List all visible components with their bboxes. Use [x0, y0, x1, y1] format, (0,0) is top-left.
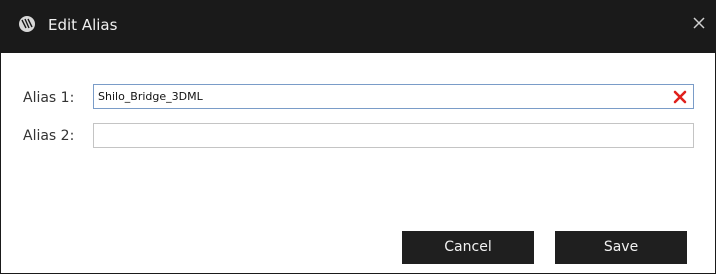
close-icon[interactable] [691, 15, 707, 31]
alias-2-label: Alias 2: [23, 128, 75, 144]
dialog-title: Edit Alias [48, 16, 118, 34]
alias-1-value: Shilo_Bridge_3DML [98, 90, 203, 103]
alias-1-label: Alias 1: [23, 90, 75, 106]
edit-alias-dialog: Edit Alias Alias 1: Shilo_Bridge_3DML Al… [0, 0, 716, 274]
cancel-button[interactable]: Cancel [402, 231, 534, 264]
title-bar: Edit Alias [1, 0, 716, 53]
clear-icon[interactable] [672, 89, 688, 105]
alias-2-input[interactable] [93, 123, 694, 148]
app-logo-icon [19, 16, 35, 32]
save-button[interactable]: Save [555, 231, 687, 264]
alias-1-input[interactable]: Shilo_Bridge_3DML [93, 84, 694, 109]
